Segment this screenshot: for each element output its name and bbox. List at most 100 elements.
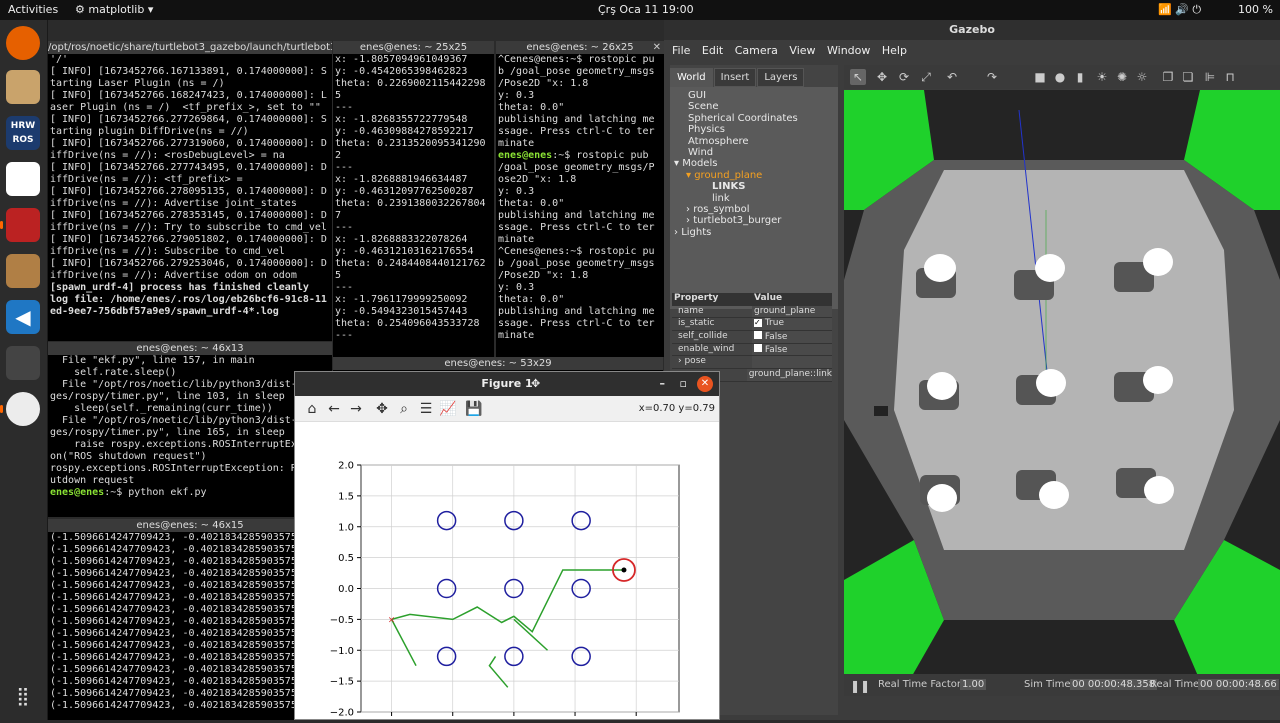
directional-light-icon[interactable]: ☼: [1134, 69, 1150, 85]
real-time-factor: 1.00: [960, 679, 987, 690]
property-row[interactable]: is_static ✓ True: [672, 318, 832, 332]
tree-item-link[interactable]: link: [674, 193, 834, 204]
save-icon[interactable]: 💾: [465, 400, 483, 418]
move-cursor-icon: ✥: [531, 377, 541, 390]
paste-icon[interactable]: ❏: [1180, 69, 1196, 85]
gazebo-3d-viewport[interactable]: [844, 90, 1280, 690]
configure-subplots-icon[interactable]: ☰: [417, 400, 435, 418]
stack-icon[interactable]: [6, 346, 40, 380]
tree-item-links[interactable]: LINKS: [674, 181, 834, 192]
gazebo-window[interactable]: Gazebo File Edit Camera View Window Help…: [664, 20, 1280, 720]
chevron-down-icon: ▾: [147, 3, 154, 16]
tree-item-lights[interactable]: › Lights: [674, 227, 834, 238]
terminal-window-goal[interactable]: enes@enes: ~ 26x25 ✕ ^Cenes@enes:~$ rost…: [496, 41, 664, 357]
home-icon[interactable]: ⌂: [303, 400, 321, 418]
terminal-title[interactable]: enes@enes: ~ 26x25 ✕: [496, 41, 664, 54]
box-shape-icon[interactable]: ■: [1032, 69, 1048, 85]
tree-item-atmosphere[interactable]: Atmosphere: [674, 136, 834, 147]
snap-icon[interactable]: ⊓: [1222, 69, 1238, 85]
translate-mode-icon[interactable]: ✥: [874, 69, 890, 85]
property-row[interactable]: self_collide False: [672, 331, 832, 344]
back-icon[interactable]: ←: [325, 400, 343, 418]
gazebo-title[interactable]: Gazebo: [664, 20, 1280, 40]
rotate-mode-icon[interactable]: ⟳: [896, 69, 912, 85]
files-icon[interactable]: [6, 70, 40, 104]
tab-layers[interactable]: Layers: [757, 68, 805, 87]
terminal-window-ekf[interactable]: enes@enes: ~ 46x13 File "ekf.py", line 1…: [48, 342, 332, 517]
forward-icon[interactable]: →: [347, 400, 365, 418]
close-icon[interactable]: ✕: [653, 41, 661, 54]
y-tick-label: −1.0: [330, 646, 354, 657]
vscode-icon[interactable]: ◀: [6, 300, 40, 334]
clock[interactable]: Çrş Oca 11 19:00: [598, 3, 694, 16]
terminal-window-pose[interactable]: enes@enes: ~ 25x25 x: -1.805709496104936…: [333, 41, 494, 357]
terminal-output-bold: [spawn_urdf-4] process has finished clea…: [50, 282, 327, 317]
terminal-title[interactable]: enes@enes: ~ 25x25: [333, 41, 494, 54]
menu-file[interactable]: File: [672, 44, 690, 57]
minimize-icon[interactable]: –: [660, 372, 666, 396]
figure-titlebar[interactable]: Figure 1 ✥ – ▫ ✕: [295, 372, 719, 396]
tree-item-gui[interactable]: GUI: [674, 90, 834, 101]
spot-light-icon[interactable]: ✺: [1114, 69, 1130, 85]
terminal-title[interactable]: enes@enes: ~ 46x15: [48, 519, 332, 532]
terminal-window-output[interactable]: enes@enes: ~ 46x15 (-1.5096614247709423,…: [48, 519, 332, 720]
menu-edit[interactable]: Edit: [702, 44, 723, 57]
firefox-icon[interactable]: [6, 26, 40, 60]
select-mode-icon[interactable]: ↖: [850, 69, 866, 85]
undo-icon[interactable]: ↶: [944, 69, 960, 85]
archive-icon[interactable]: [6, 254, 40, 288]
pan-icon[interactable]: ✥: [373, 400, 391, 418]
property-row[interactable]: enable_wind False: [672, 343, 832, 357]
show-apps-icon[interactable]: ⣿: [6, 680, 40, 714]
edit-axis-icon[interactable]: 📈: [439, 400, 457, 418]
tree-item-physics[interactable]: Physics: [674, 124, 834, 135]
checkbox-icon[interactable]: [754, 343, 762, 352]
terminal-title[interactable]: enes@enes: ~ 46x13: [48, 342, 332, 355]
x-tick-label: 1: [572, 718, 578, 719]
terminal-window-launch[interactable]: /opt/ros/noetic/share/turtlebot3_gazebo/…: [48, 41, 332, 341]
property-row[interactable]: name ground_plane: [672, 305, 832, 319]
y-tick-label: −2.0: [330, 708, 354, 719]
gazebo-menubar: File Edit Camera View Window Help: [664, 40, 1280, 60]
tab-insert[interactable]: Insert: [713, 68, 757, 87]
terminal-window-53x29[interactable]: enes@enes: ~ 53x29: [333, 357, 663, 371]
activities-button[interactable]: Activities: [8, 3, 58, 16]
menu-window[interactable]: Window: [827, 44, 870, 57]
matplotlib-figure-window[interactable]: Figure 1 ✥ – ▫ ✕ ⌂ ← → ✥ ⌕ ☰ 📈 💾 x=0.70 …: [294, 371, 720, 723]
point-light-icon[interactable]: ☀: [1094, 69, 1110, 85]
redo-icon[interactable]: ↷: [984, 69, 1000, 85]
checkbox-checked-icon[interactable]: ✓: [754, 319, 762, 328]
tree-item-spherical[interactable]: Spherical Coordinates: [674, 113, 834, 124]
hrw-ros-icon[interactable]: HRW ROS: [6, 116, 40, 150]
tree-item-ros-symbol[interactable]: › ros_symbol: [674, 204, 834, 215]
cylinder-shape-icon[interactable]: ▮: [1072, 69, 1088, 85]
tree-item-models[interactable]: ▾ Models: [674, 158, 834, 169]
terminal-title[interactable]: /opt/ros/noetic/share/turtlebot3_gazebo/…: [48, 41, 332, 54]
scale-mode-icon[interactable]: ⤢: [918, 69, 934, 85]
tray-icons[interactable]: 📶 🔊 ⏻: [1158, 3, 1201, 17]
tab-world[interactable]: World: [670, 68, 713, 87]
tree-item-scene[interactable]: Scene: [674, 101, 834, 112]
align-icon[interactable]: ⊫: [1202, 69, 1218, 85]
app-menu[interactable]: ⚙ matplotlib ▾: [75, 3, 153, 16]
maximize-icon[interactable]: ▫: [680, 372, 687, 396]
pause-icon[interactable]: ❚❚: [850, 679, 870, 693]
property-row[interactable]: › pose: [672, 356, 832, 370]
tree-item-wind[interactable]: Wind: [674, 147, 834, 158]
menu-view[interactable]: View: [789, 44, 815, 57]
tree-item-ground-plane[interactable]: ▾ ground_plane: [674, 170, 834, 181]
tree-item-turtlebot[interactable]: › turtlebot3_burger: [674, 215, 834, 226]
checkbox-icon[interactable]: [754, 331, 762, 340]
plot-area[interactable]: −2 −1 0 1 2 −2.0 −1.5 −1.0 −0.5 0.0 0.5 1.0 1.5 2.0 ×: [295, 422, 719, 723]
copy-icon[interactable]: ❐: [1160, 69, 1176, 85]
menu-camera[interactable]: Camera: [735, 44, 778, 57]
terminal-title[interactable]: enes@enes: ~ 53x29: [333, 357, 663, 370]
sphere-shape-icon[interactable]: ●: [1052, 69, 1068, 85]
expand-icon: ▾: [674, 158, 683, 170]
matplotlib-icon[interactable]: [6, 392, 40, 426]
menu-help[interactable]: Help: [882, 44, 907, 57]
document-viewer-icon[interactable]: [6, 162, 40, 196]
zoom-icon[interactable]: ⌕: [395, 400, 413, 418]
terminal-icon[interactable]: [6, 208, 40, 242]
close-icon[interactable]: ✕: [697, 376, 713, 392]
